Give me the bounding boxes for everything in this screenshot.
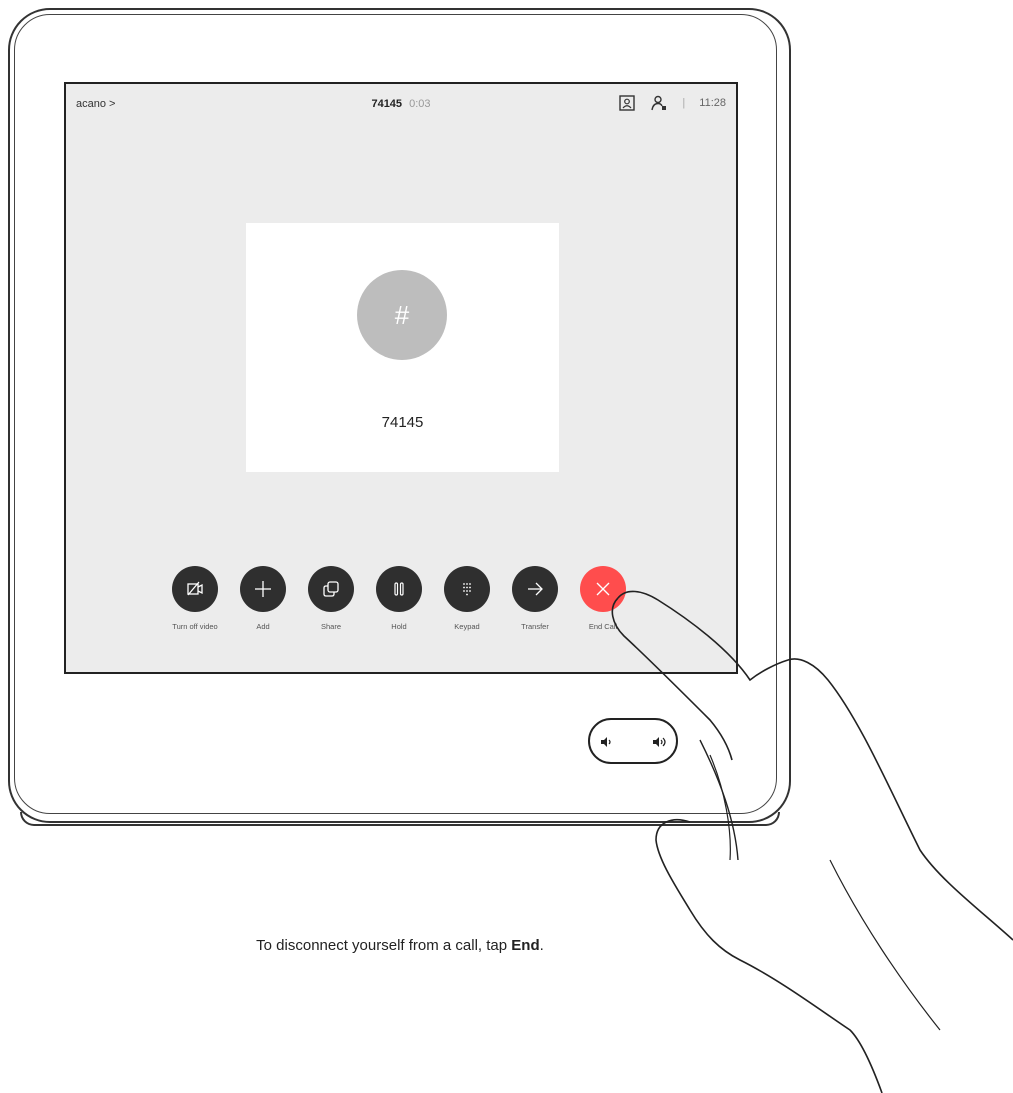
share-icon	[323, 581, 339, 597]
turn-off-video-label: Turn off video	[172, 622, 218, 631]
keypad-label: Keypad	[454, 622, 480, 631]
pointing-hand-illustration	[611, 590, 1013, 1093]
transfer-button[interactable]: Transfer	[506, 566, 564, 631]
avatar: #	[357, 270, 447, 360]
caption-emphasis: End	[511, 937, 540, 954]
call-duration: 0:03	[409, 98, 431, 110]
add-button[interactable]: Add	[234, 566, 292, 631]
caption-prefix: To disconnect yourself from a call, tap	[256, 937, 512, 954]
status-divider: |	[682, 97, 686, 109]
caption-suffix: .	[539, 937, 544, 954]
instruction-caption: To disconnect yourself from a call, tap …	[0, 937, 800, 954]
status-bar: acano > 74145 0:03 | 11:28	[66, 84, 736, 124]
hold-button[interactable]: Hold	[370, 566, 428, 631]
hold-label: Hold	[391, 622, 407, 631]
share-label: Share	[320, 622, 341, 631]
clock: 11:28	[699, 97, 726, 109]
self-view-icon[interactable]	[618, 94, 636, 112]
share-button[interactable]: Share	[302, 566, 360, 631]
pause-icon	[394, 582, 404, 596]
add-label: Add	[256, 622, 270, 631]
contact-card: # 74145	[246, 223, 559, 472]
arrow-right-icon	[528, 582, 543, 596]
keypad-button[interactable]: Keypad	[438, 566, 496, 631]
status-right: | 11:28	[618, 94, 726, 112]
plus-icon	[255, 581, 271, 597]
keypad-icon	[463, 583, 471, 596]
call-number: 74145	[371, 98, 403, 110]
contact-name: 74145	[381, 414, 424, 431]
turn-off-video-button[interactable]: Turn off video	[166, 566, 224, 631]
video-off-icon	[187, 581, 203, 596]
participants-icon[interactable]	[650, 94, 668, 112]
transfer-label: Transfer	[521, 622, 549, 631]
